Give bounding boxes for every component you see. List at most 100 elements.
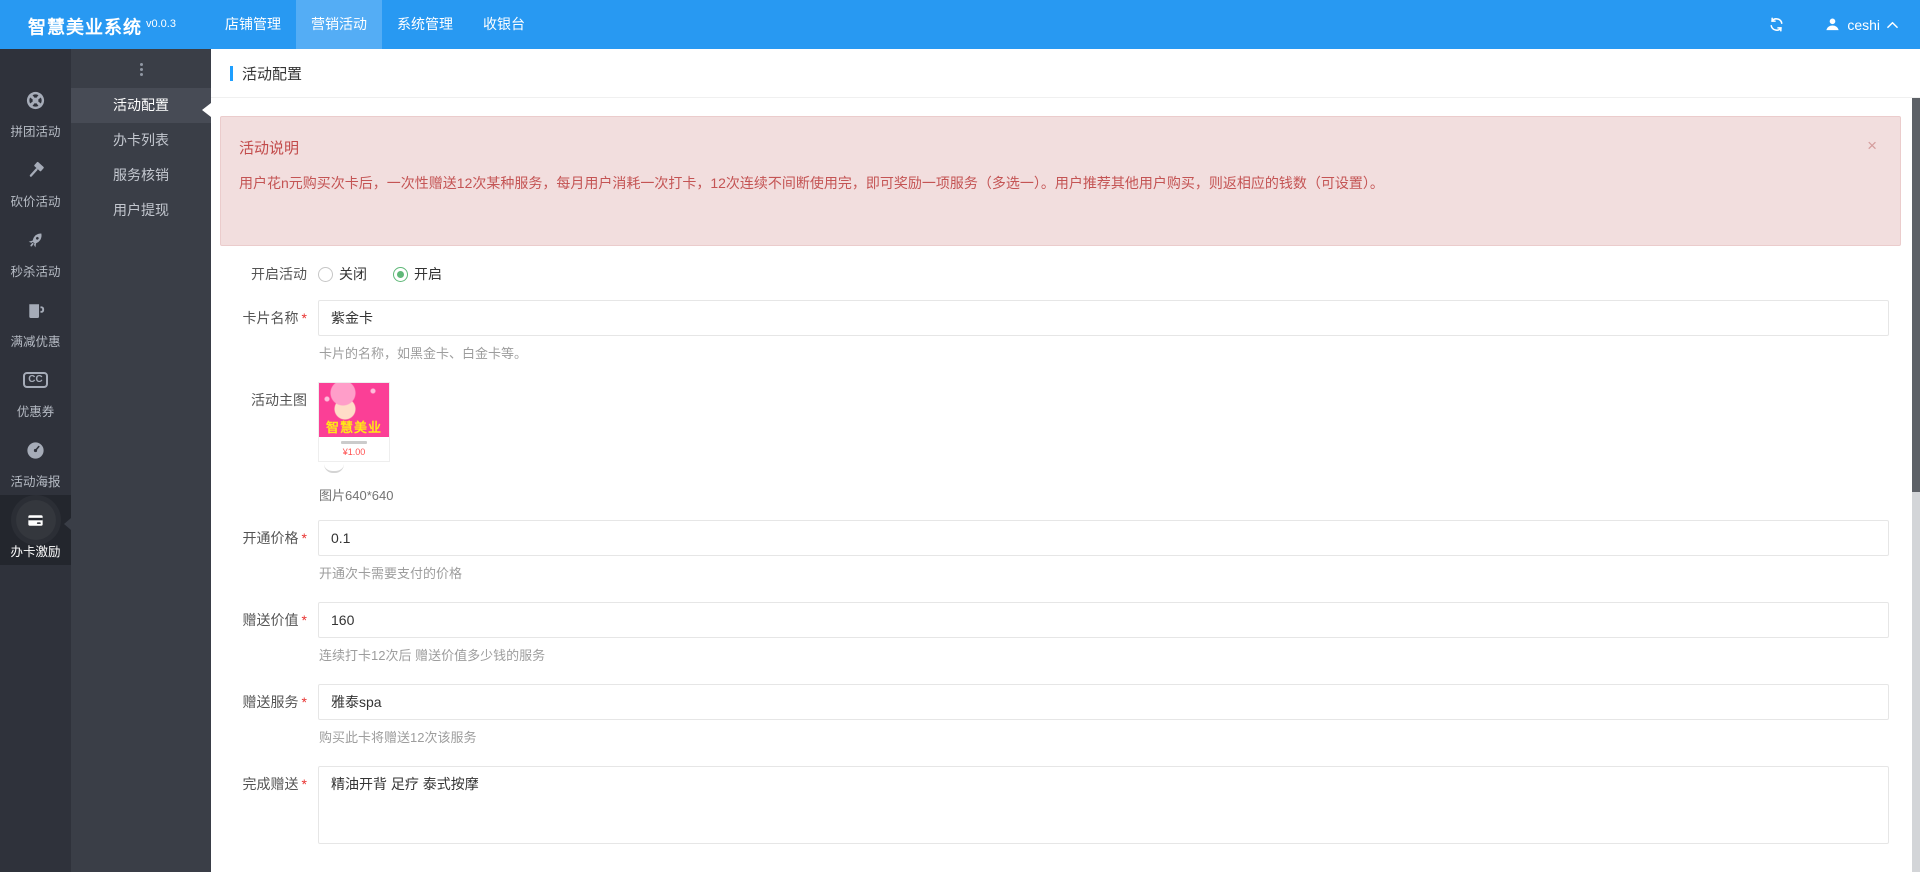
scrollbar-thumb[interactable]: [1912, 98, 1920, 492]
submenu-item-user-withdraw[interactable]: 用户提现: [71, 193, 211, 228]
submenu-list: 活动配置 办卡列表 服务核销 用户提现: [71, 88, 211, 228]
sidebar-item-label: 活动海报: [10, 471, 60, 490]
refresh-icon[interactable]: [1768, 16, 1785, 33]
sidebar-collapse-arrow-icon[interactable]: [202, 103, 211, 117]
required-mark: *: [302, 530, 307, 546]
card-name-label: 卡片名称*: [211, 300, 318, 382]
main-image-thumbnail[interactable]: 智慧美业 ¥1.00: [318, 382, 390, 462]
main-content: 活动配置 活动说明 用户花n元购买次卡后，一次性赠送12次某种服务，每月用户消耗…: [211, 49, 1920, 872]
sidebar-item-label: 秒杀活动: [10, 261, 60, 280]
user-icon: [1825, 17, 1840, 32]
sidebar-item-label: 优惠券: [17, 401, 55, 420]
title-accent-bar: [230, 66, 233, 81]
submenu-item-service-verify[interactable]: 服务核销: [71, 158, 211, 193]
sidebar-item-bargain[interactable]: 砍价活动: [0, 145, 71, 215]
cc-icon-text: CC: [23, 372, 47, 388]
credit-card-icon: [16, 500, 56, 540]
thumb-price: ¥1.00: [319, 447, 389, 457]
gift-value-input[interactable]: [318, 602, 1889, 638]
hammer-icon: [16, 150, 56, 190]
main-image-caption: 图片640*640: [319, 485, 1889, 504]
topbar-right: ceshi: [1768, 0, 1920, 49]
page-title-bar: 活动配置: [211, 49, 1920, 98]
tab-marketing[interactable]: 营销活动: [296, 0, 382, 49]
open-price-label: 开通价格*: [211, 520, 318, 602]
open-price-input[interactable]: [318, 520, 1889, 556]
tab-cashier[interactable]: 收银台: [468, 0, 540, 49]
radio-on-icon: [393, 267, 408, 282]
page-title: 活动配置: [242, 63, 302, 84]
sidebar-item-group-buy[interactable]: 拼团活动: [0, 75, 71, 145]
submenu-item-card-list[interactable]: 办卡列表: [71, 123, 211, 158]
complete-gift-textarea[interactable]: 精油开背 足疗 泰式按摩: [318, 766, 1889, 844]
card-name-hint: 卡片的名称，如黑金卡、白金卡等。: [319, 345, 1889, 363]
enable-label: 开启活动: [211, 256, 318, 292]
mug-icon: [16, 290, 56, 330]
required-mark: *: [302, 776, 307, 792]
topbar: 智慧美业系统v0.0.3 店铺管理 营销活动 系统管理 收银台: [0, 0, 1920, 49]
tab-shop-management[interactable]: 店铺管理: [210, 0, 296, 49]
thumb-overlay-text: 智慧美业: [319, 417, 389, 436]
user-menu[interactable]: ceshi: [1825, 17, 1898, 33]
sidebar-item-label: 办卡激励: [10, 541, 60, 560]
thumb-tiny-text: [341, 441, 367, 444]
rocket-icon: [16, 220, 56, 260]
primary-sidebar: 拼团活动 砍价活动 秒杀活动: [0, 49, 71, 872]
gift-service-label: 赠送服务*: [211, 684, 318, 766]
radio-on[interactable]: 开启: [393, 264, 442, 284]
top-nav: 店铺管理 营销活动 系统管理 收银台: [210, 0, 540, 49]
radio-off-icon: [318, 267, 333, 282]
thumb-meta: ¥1.00: [319, 437, 389, 461]
alert-title: 活动说明: [239, 137, 1882, 158]
secondary-sidebar: 活动配置 办卡列表 服务核销 用户提现: [71, 49, 211, 872]
gauge-icon: [16, 430, 56, 470]
vertical-scrollbar[interactable]: [1912, 98, 1920, 872]
sidebar-item-label: 拼团活动: [10, 121, 60, 140]
radio-off[interactable]: 关闭: [318, 264, 367, 284]
gift-service-hint: 购买此卡将赠送12次该服务: [319, 729, 1889, 747]
required-mark: *: [302, 612, 307, 628]
card-name-input[interactable]: [318, 300, 1889, 336]
app-window: 智慧美业系统v0.0.3 店铺管理 营销活动 系统管理 收银台: [0, 0, 1920, 872]
sidebar-item-flash-sale[interactable]: 秒杀活动: [0, 215, 71, 285]
app-logo: 智慧美业系统v0.0.3: [0, 0, 210, 49]
form-row-card-name: 卡片名称* 卡片的名称，如黑金卡、白金卡等。: [211, 300, 1920, 382]
sidebar-item-coupon[interactable]: CC 优惠券: [0, 355, 71, 425]
alert-body: 用户花n元购买次卡后，一次性赠送12次某种服务，每月用户消耗一次打卡，12次连续…: [239, 173, 1882, 194]
activity-notice-alert: 活动说明 用户花n元购买次卡后，一次性赠送12次某种服务，每月用户消耗一次打卡，…: [220, 116, 1901, 246]
username: ceshi: [1847, 17, 1880, 33]
radio-off-label: 关闭: [339, 264, 367, 284]
activity-config-form: 开启活动 关闭 开启: [211, 256, 1920, 849]
gift-value-hint: 连续打卡12次后 赠送价值多少钱的服务: [319, 647, 1889, 665]
form-row-gift-service: 赠送服务* 购买此卡将赠送12次该服务: [211, 684, 1920, 766]
required-mark: *: [302, 694, 307, 710]
gift-value-label: 赠送价值*: [211, 602, 318, 684]
form-row-complete-gift: 完成赠送* 精油开背 足疗 泰式按摩: [211, 766, 1920, 849]
open-price-hint: 开通次卡需要支付的价格: [319, 565, 1889, 583]
submenu-item-activity-config[interactable]: 活动配置: [71, 88, 211, 123]
main-image-picture: 智慧美业: [319, 383, 389, 437]
active-item-notch: [64, 518, 71, 530]
form-row-enable: 开启活动 关闭 开启: [211, 256, 1920, 292]
sidebar-item-poster[interactable]: 活动海报: [0, 425, 71, 495]
tab-system-management[interactable]: 系统管理: [382, 0, 468, 49]
complete-gift-label: 完成赠送*: [211, 766, 318, 849]
sidebar-item-discount[interactable]: 满减优惠: [0, 285, 71, 355]
form-row-open-price: 开通价格* 开通次卡需要支付的价格: [211, 520, 1920, 602]
app-version: v0.0.3: [146, 18, 176, 30]
close-icon[interactable]: ×: [1867, 137, 1877, 154]
gift-service-input[interactable]: [318, 684, 1889, 720]
enable-radio-group: 关闭 开启: [318, 256, 1889, 292]
main-image-label: 活动主图: [211, 382, 318, 520]
chevron-up-icon: [1887, 21, 1898, 29]
form-row-gift-value: 赠送价值* 连续打卡12次后 赠送价值多少钱的服务: [211, 602, 1920, 684]
life-ring-icon: [16, 80, 56, 120]
kebab-menu-icon[interactable]: [71, 59, 211, 79]
radio-on-label: 开启: [414, 264, 442, 284]
sidebar-item-label: 满减优惠: [10, 331, 60, 350]
sidebar-item-card-incentive[interactable]: 办卡激励: [0, 495, 71, 565]
required-mark: *: [302, 310, 307, 326]
cc-icon: CC: [16, 360, 56, 400]
thumb-scribble: [324, 464, 344, 473]
sidebar-item-label: 砍价活动: [10, 191, 60, 210]
